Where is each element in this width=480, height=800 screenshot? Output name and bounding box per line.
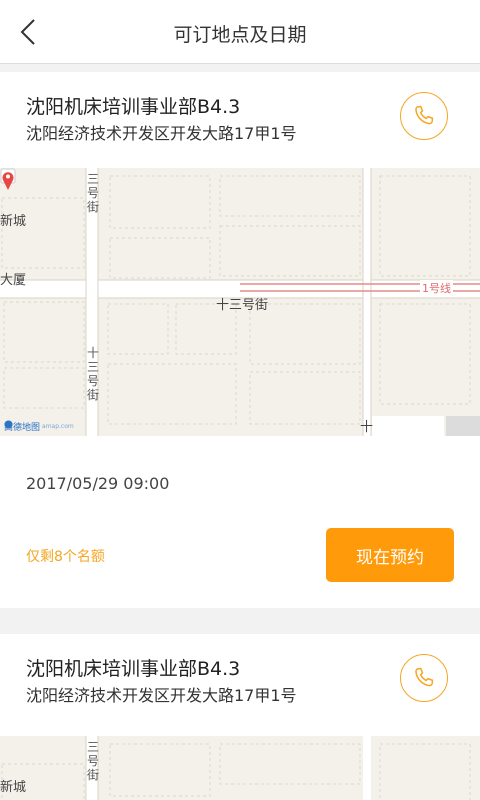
call-button[interactable] (400, 92, 448, 140)
location-address: 沈阳经济技术开发区开发大路17甲1号 (26, 686, 297, 705)
phone-icon (415, 667, 434, 687)
remaining-seats: 仅剩8个名额 (26, 549, 105, 565)
nav-header: 可订地点及日期 (0, 0, 480, 64)
session-datetime: 2017/05/29 09:00 (26, 474, 170, 493)
location-map[interactable]: 三号街 新城 (0, 736, 480, 800)
location-address: 沈阳经济技术开发区开发大路17甲1号 (26, 124, 297, 143)
map-label-district: 新城 (0, 214, 27, 229)
location-name: 沈阳机床培训事业部B4.3 (26, 658, 241, 680)
map-pin-icon (0, 168, 16, 190)
call-button[interactable] (400, 654, 448, 702)
location-name: 沈阳机床培训事业部B4.3 (26, 96, 241, 118)
book-now-button[interactable]: 现在预约 (326, 528, 454, 582)
page-title: 可订地点及日期 (173, 24, 307, 46)
location-card: 沈阳机床培训事业部B4.3 沈阳经济技术开发区开发大路17甲1号 三号街 新城 … (0, 72, 480, 608)
map-label-metro-line: 1号线 (420, 280, 453, 296)
location-map[interactable]: 三号街 新城 大厦 十三号街 1号线 十三号街 十 高德地图 amap.com (0, 168, 480, 436)
map-label-street-vertical: 十三号街 (86, 346, 99, 402)
map-label-building: 大厦 (0, 273, 27, 288)
map-roads (1, 736, 471, 800)
amap-logo: 高德地图 amap.com (4, 420, 74, 433)
location-card: 沈阳机床培训事业部B4.3 沈阳经济技术开发区开发大路17甲1号 三号街 新城 (0, 634, 480, 800)
map-label-pin: 十三号街 (216, 298, 269, 313)
location-info: 沈阳机床培训事业部B4.3 沈阳经济技术开发区开发大路17甲1号 (0, 72, 480, 168)
phone-icon (415, 105, 434, 125)
map-label-street-top: 三号街 (86, 740, 99, 782)
amap-logo-icon (4, 420, 13, 429)
map-label-cross: 十 (360, 420, 374, 435)
location-info: 沈阳机床培训事业部B4.3 沈阳经济技术开发区开发大路17甲1号 (0, 634, 480, 730)
map-label-street-top: 三号街 (86, 172, 99, 214)
map-label-district: 新城 (0, 780, 27, 795)
